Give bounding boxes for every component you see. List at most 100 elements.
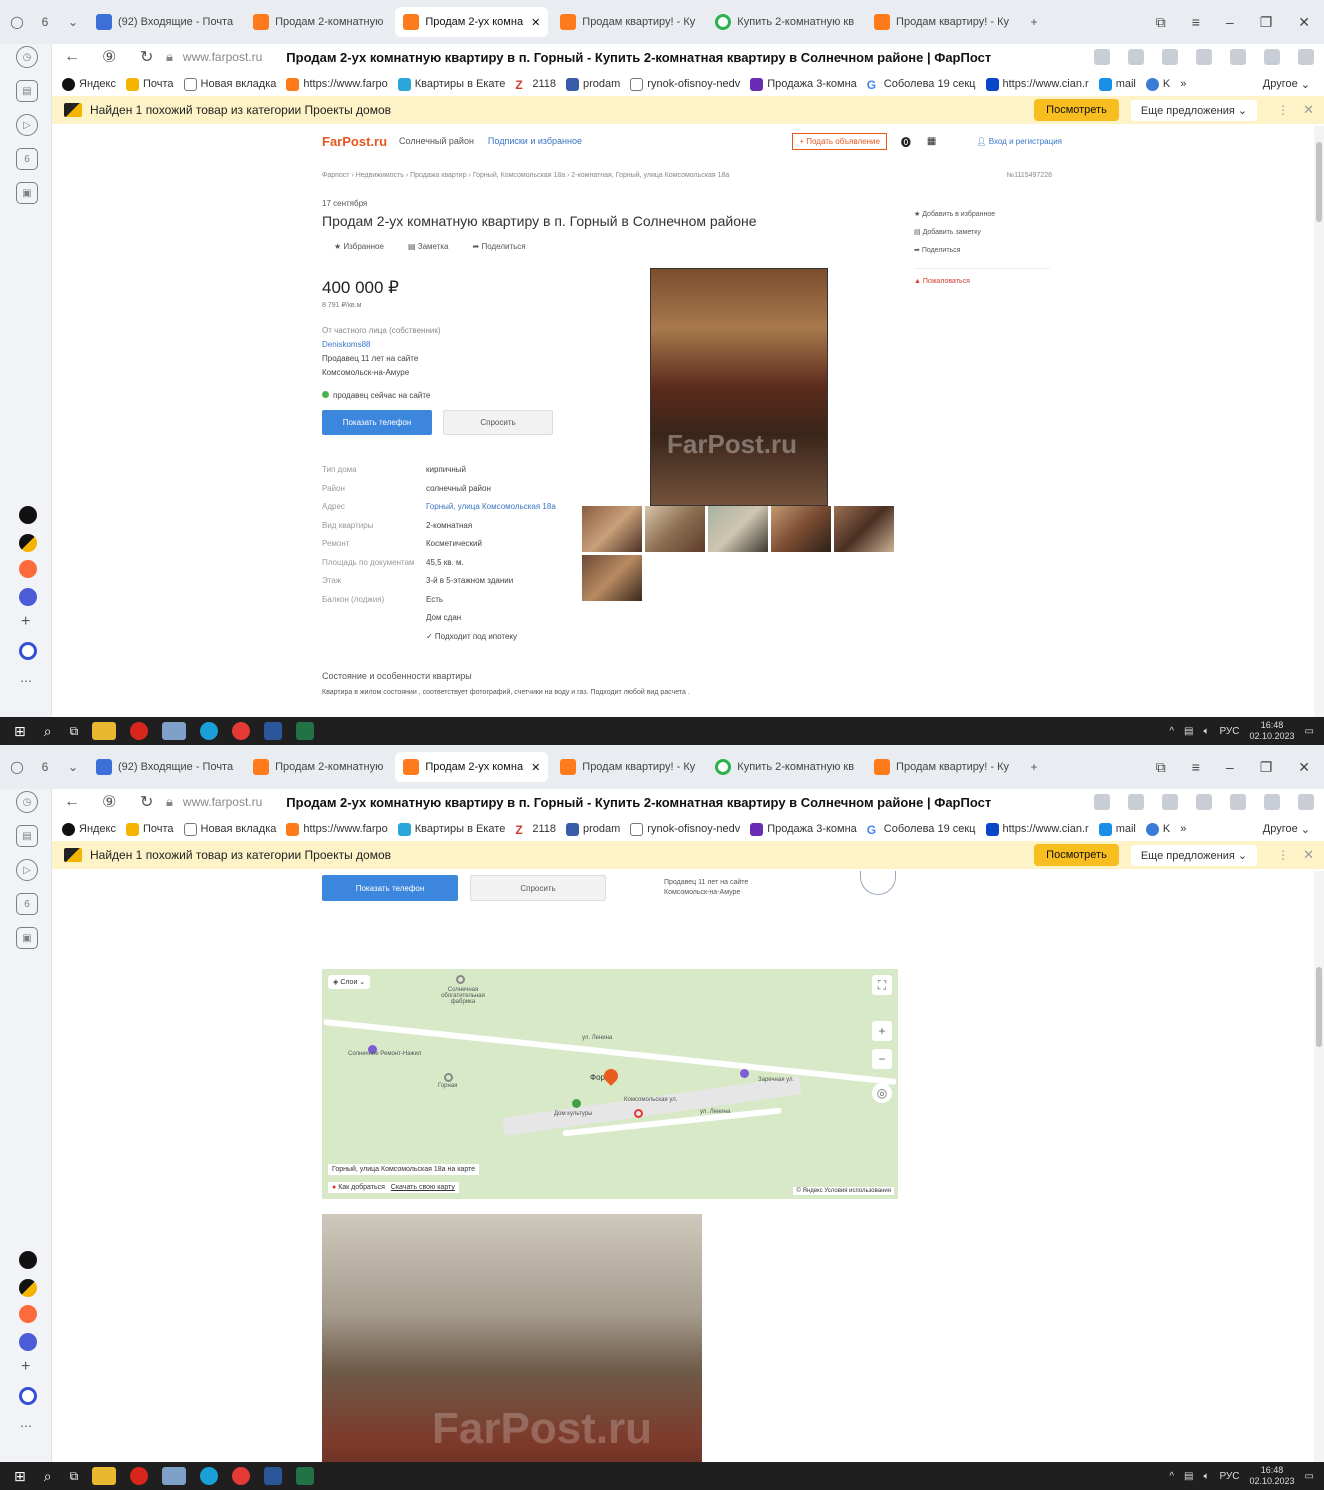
map-layers-button[interactable]: ◈ Слои ⌄ (328, 975, 371, 989)
bookmarks-other[interactable]: Другое ⌄ (1263, 78, 1324, 91)
tab-menu-chevron-icon[interactable]: ⌄ (62, 756, 84, 778)
notifications-icon[interactable]: ▭ (1305, 726, 1314, 737)
bookmark-prodam[interactable]: prodam (566, 77, 620, 91)
view-button[interactable]: Посмотреть (1034, 99, 1119, 121)
app-mail-icon[interactable] (19, 560, 37, 578)
yandex-icon[interactable]: ⑨ (102, 47, 128, 67)
zoom-in-icon[interactable]: + (872, 1021, 892, 1041)
volume-icon[interactable]: 🔈︎ (1203, 726, 1209, 737)
start-icon[interactable]: ⊞ (14, 1468, 26, 1485)
main-photo[interactable]: FarPost.ru (650, 268, 828, 506)
tab-mail[interactable]: (92) Входящие - Почта (88, 7, 241, 37)
history-icon[interactable]: ◷ (16, 46, 38, 68)
avatar[interactable] (860, 871, 896, 895)
subscriptions-link[interactable]: Подписки и избранное (488, 136, 582, 146)
yandex-icon[interactable] (232, 1467, 251, 1485)
tab-farpost-1[interactable]: Продам 2-комнатную (245, 752, 391, 782)
explorer-icon[interactable] (92, 1467, 117, 1485)
bookmark-yandex[interactable]: Яндекс (62, 822, 116, 836)
bookmark-k[interactable]: K (1145, 77, 1170, 91)
tab-farpost-3[interactable]: Продам квартиру! - Ку (866, 752, 1017, 782)
aside-report[interactable]: ▲ Пожаловаться (914, 268, 1050, 291)
close-window-icon[interactable]: ✕ (1298, 759, 1310, 776)
reload-icon[interactable]: ↻ (140, 47, 166, 67)
translate-icon[interactable] (1128, 49, 1144, 65)
post-ad-button[interactable]: + Подать объявление (792, 132, 887, 150)
tray-expand-icon[interactable]: ^ (1169, 726, 1174, 737)
bookmark-icon[interactable] (1162, 49, 1178, 65)
close-tab-icon[interactable]: ✕ (531, 16, 540, 29)
aside-note[interactable]: ▤ Добавить заметку (914, 224, 1050, 242)
battery-icon[interactable] (1196, 794, 1212, 810)
extension-icon[interactable] (1264, 794, 1280, 810)
bookmark-farpost[interactable]: https://www.farpo (286, 77, 388, 91)
tab-cian[interactable]: Купить 2-комнатную кв (707, 7, 862, 37)
close-tab-icon[interactable]: ✕ (531, 761, 540, 774)
tab-farpost-active[interactable]: Продам 2-ух комна ✕ (395, 7, 549, 37)
map-poi-icon[interactable] (444, 1073, 453, 1082)
bookmark-mailru[interactable]: mail (1098, 77, 1136, 91)
bookmark-mail[interactable]: Почта (126, 77, 174, 91)
bookmark-prodam[interactable]: prodam (566, 822, 620, 836)
collections-icon[interactable]: ▤ (16, 825, 38, 847)
tray-expand-icon[interactable]: ^ (1169, 1471, 1174, 1482)
room-photo[interactable]: FarPost.ru (322, 1214, 702, 1462)
protect-icon[interactable] (1230, 49, 1246, 65)
excel-icon[interactable] (296, 722, 315, 740)
bookmark-soboleva[interactable]: G Соболева 19 секц (867, 823, 976, 837)
thumb-3[interactable] (708, 506, 768, 552)
clock[interactable]: 16:48 02.10.2023 (1250, 1465, 1295, 1487)
bookmark-kvartiry[interactable]: Квартиры в Екате (397, 77, 505, 91)
tab-count-badge[interactable]: 6 (34, 11, 56, 33)
restore-icon[interactable]: ❐ (1260, 14, 1273, 31)
bookmark-mail[interactable]: Почта (126, 822, 174, 836)
task-view-icon[interactable]: ⧉ (70, 1469, 79, 1484)
scrollbar-thumb[interactable] (1316, 967, 1322, 1047)
tab-menu-chevron-icon[interactable]: ⌄ (62, 11, 84, 33)
translate-icon[interactable] (1128, 794, 1144, 810)
page-scrollbar[interactable] (1314, 126, 1324, 717)
yandex-icon[interactable] (232, 722, 251, 740)
map-route-links[interactable]: ● Как добраться Скачать свою карту (328, 1182, 459, 1193)
bookmark-2118[interactable]: Z 2118 (515, 823, 556, 837)
note-action[interactable]: ▤ Заметка (408, 242, 449, 251)
geolocation-icon[interactable]: ◎ (872, 1083, 892, 1103)
farpost-logo[interactable]: FarPost.ru (322, 134, 387, 149)
bookmark-mailru[interactable]: mail (1098, 822, 1136, 836)
share-action[interactable]: ➦ Поделиться (473, 242, 526, 251)
tab-farpost-1[interactable]: Продам 2-комнатную (245, 7, 391, 37)
reload-icon[interactable]: ↻ (140, 792, 166, 812)
profile-icon[interactable]: ◯ (6, 11, 28, 33)
restore-icon[interactable]: ❐ (1260, 759, 1273, 776)
app-icon[interactable] (162, 1467, 187, 1485)
new-tab-plus-icon[interactable]: + (1023, 756, 1045, 778)
battery-icon[interactable] (1196, 49, 1212, 65)
bookmark-icon[interactable] (1162, 794, 1178, 810)
minimize-icon[interactable]: – (1226, 14, 1234, 31)
tab-cian[interactable]: Купить 2-комнатную кв (707, 752, 862, 782)
map-poi-icon[interactable] (572, 1099, 581, 1108)
messages-icon[interactable]: ▦ (927, 136, 936, 147)
app-plus-icon[interactable] (19, 1251, 37, 1269)
tab-farpost-2[interactable]: Продам квартиру! - Ку (552, 7, 703, 37)
bookmark-rynok[interactable]: rynok-ofisnoy-nedv (630, 77, 740, 91)
volume-icon[interactable]: 🔈︎ (1203, 1471, 1209, 1482)
more-apps-icon[interactable]: ⋯ (20, 674, 32, 688)
thumb-2[interactable] (645, 506, 705, 552)
add-app-icon[interactable]: + (21, 613, 30, 631)
show-phone-button[interactable]: Показать телефон (322, 410, 432, 435)
bookmark-prodazha[interactable]: Продажа 3-комна (750, 77, 857, 91)
map-poi-icon[interactable] (634, 1109, 643, 1118)
thumb-6[interactable] (582, 555, 642, 601)
edge-icon[interactable] (200, 722, 219, 740)
edge-icon[interactable] (200, 1467, 219, 1485)
app-zen-icon[interactable] (19, 1279, 37, 1297)
aside-share[interactable]: ➦ Поделиться (914, 242, 1050, 260)
search-icon[interactable]: ⌕ (44, 723, 52, 740)
yandex-icon[interactable]: ⑨ (102, 792, 128, 812)
lock-icon[interactable]: 🔒︎ (166, 49, 173, 65)
play-icon[interactable]: ▷ (16, 114, 38, 136)
tab-mail[interactable]: (92) Входящие - Почта (88, 752, 241, 782)
tab-six-icon[interactable]: 6 (16, 893, 38, 915)
bookmark-kvartiry[interactable]: Квартиры в Екате (397, 822, 505, 836)
